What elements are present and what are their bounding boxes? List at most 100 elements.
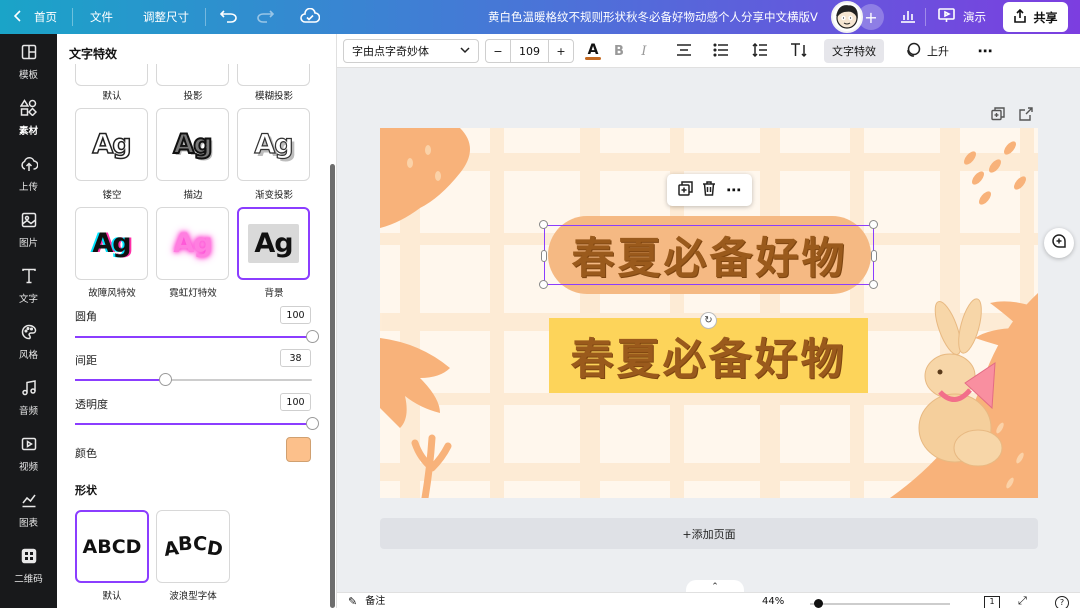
- rail-item-photos[interactable]: 图片: [0, 205, 57, 255]
- rotate-handle[interactable]: ↻: [700, 312, 717, 329]
- effect-card-outline[interactable]: Ag: [156, 108, 229, 181]
- more-element-options-button[interactable]: ⋯: [726, 181, 741, 199]
- fullscreen-button[interactable]: ⤢: [1018, 595, 1027, 606]
- position-button[interactable]: 上升: [905, 39, 949, 63]
- slider-thumb[interactable]: [306, 417, 319, 430]
- share-label: 共享: [1033, 10, 1058, 25]
- effect-sample: Ag: [254, 128, 294, 160]
- effect-card-hollow[interactable]: Ag: [75, 108, 148, 181]
- resize-handle-bottom-left[interactable]: [539, 280, 548, 289]
- color-swatch[interactable]: [286, 437, 311, 462]
- music-icon: [21, 379, 37, 399]
- resize-handle-right[interactable]: [871, 250, 877, 262]
- share-button[interactable]: 共享: [1003, 2, 1068, 32]
- panel-scrollbar[interactable]: [330, 164, 335, 608]
- page-count-button[interactable]: 1: [984, 596, 1000, 608]
- rail-item-upload[interactable]: 上传: [0, 149, 57, 199]
- font-family-select[interactable]: 字由点字奇妙体: [343, 39, 479, 63]
- present-button[interactable]: 演示: [938, 0, 986, 34]
- spacing-button[interactable]: [750, 39, 770, 63]
- effect-card-default[interactable]: [75, 64, 148, 86]
- notes-label: 备注: [365, 596, 386, 607]
- effect-card-glitch[interactable]: Ag: [75, 207, 148, 280]
- home-button[interactable]: 首页: [13, 0, 57, 34]
- resize-handle-top-left[interactable]: [539, 220, 548, 229]
- heading-bottom-text: 春夏必备好物: [570, 334, 847, 385]
- undo-button[interactable]: [219, 0, 238, 34]
- align-center-button[interactable]: [674, 39, 694, 63]
- resize-handle-left[interactable]: [541, 250, 547, 262]
- text-color-a-icon: A: [587, 41, 599, 58]
- effect-sample: Ag: [92, 128, 133, 161]
- resize-menu[interactable]: 调整尺寸: [143, 0, 189, 34]
- vertical-text-icon: [790, 42, 808, 61]
- panel-title: 文字特效: [69, 47, 118, 61]
- text-icon: [21, 268, 37, 287]
- italic-button[interactable]: I: [635, 39, 653, 63]
- bold-button[interactable]: B: [610, 39, 628, 63]
- opacity-slider[interactable]: [75, 417, 319, 430]
- layers-icon: [905, 42, 921, 61]
- notes-button[interactable]: ✎ 备注: [348, 595, 386, 608]
- list-button[interactable]: [711, 39, 731, 63]
- heading-bottom[interactable]: 春夏必备好物: [549, 318, 868, 393]
- help-button[interactable]: ?: [1055, 596, 1069, 608]
- rail-item-charts[interactable]: 图表: [0, 485, 57, 535]
- shape-card-default[interactable]: ABCD: [75, 510, 149, 583]
- spacing-input[interactable]: 38: [280, 349, 311, 367]
- effect-label: 投影: [183, 91, 203, 102]
- add-page-button[interactable]: +添加页面: [380, 518, 1038, 549]
- text-color-button[interactable]: A: [583, 39, 603, 63]
- left-rail: 模板 素材 上传 图片 文字 风格 音频 视频 图表 二维码: [0, 34, 57, 608]
- text-direction-button[interactable]: [788, 39, 810, 63]
- more-options-button[interactable]: ⋯: [975, 39, 995, 63]
- insights-button[interactable]: [900, 0, 916, 34]
- shape-card-wave[interactable]: A B C D: [156, 510, 230, 583]
- effect-sample: Ag: [92, 228, 131, 259]
- invite-button[interactable]: +: [858, 4, 884, 30]
- delete-element-button[interactable]: [702, 180, 716, 200]
- rail-item-audio[interactable]: 音频: [0, 373, 57, 423]
- duplicate-element-button[interactable]: [678, 180, 693, 200]
- duplicate-page-button[interactable]: [991, 106, 1005, 125]
- palette-icon: [21, 324, 37, 343]
- decrease-size-button[interactable]: −: [486, 40, 510, 62]
- font-size-input[interactable]: 109: [510, 40, 549, 62]
- share-page-button[interactable]: [1019, 106, 1033, 125]
- resize-handle-top-right[interactable]: [869, 220, 878, 229]
- file-menu[interactable]: 文件: [90, 0, 113, 34]
- effect-card-gradient-shadow[interactable]: Ag: [237, 108, 310, 181]
- rail-item-styles[interactable]: 风格: [0, 317, 57, 367]
- add-comment-button[interactable]: [1044, 228, 1074, 258]
- opacity-input[interactable]: 100: [280, 393, 311, 411]
- rail-item-elements[interactable]: 素材: [0, 93, 57, 143]
- resize-handle-bottom-right[interactable]: [869, 280, 878, 289]
- notes-icon: ✎: [348, 595, 358, 608]
- redo-button[interactable]: [256, 0, 275, 34]
- effect-card-background[interactable]: Ag: [237, 207, 310, 280]
- upload-icon: [20, 156, 38, 175]
- wave-letter: C: [191, 532, 208, 555]
- rail-item-templates[interactable]: 模板: [0, 37, 57, 87]
- zoom-slider-thumb[interactable]: [814, 599, 823, 608]
- slider-thumb[interactable]: [159, 373, 173, 386]
- cloud-save-button[interactable]: [300, 0, 321, 34]
- zoom-level[interactable]: 44%: [762, 597, 784, 607]
- spacing-slider[interactable]: [75, 373, 312, 386]
- rail-item-qrcode[interactable]: 二维码: [0, 541, 57, 591]
- slider-thumb[interactable]: [306, 330, 319, 343]
- roundness-input[interactable]: 100: [280, 306, 311, 324]
- effect-card-blur-shadow[interactable]: [237, 64, 310, 86]
- rail-item-video[interactable]: 视频: [0, 429, 57, 479]
- increase-size-button[interactable]: +: [549, 40, 573, 62]
- bold-icon: B: [614, 43, 624, 59]
- text-effects-button[interactable]: 文字特效: [824, 39, 884, 63]
- qrcode-icon: [21, 548, 37, 567]
- roundness-slider[interactable]: [75, 330, 319, 343]
- slider-fill: [75, 423, 312, 425]
- rail-item-text[interactable]: 文字: [0, 261, 57, 311]
- effect-card-neon[interactable]: Ag: [156, 207, 229, 280]
- zoom-slider[interactable]: [810, 599, 950, 608]
- document-title[interactable]: 黄白色温暖格纹不规则形状秋冬必备好物动感个人分享中文横版Vl...: [488, 0, 818, 34]
- effect-card-shadow[interactable]: [156, 64, 229, 86]
